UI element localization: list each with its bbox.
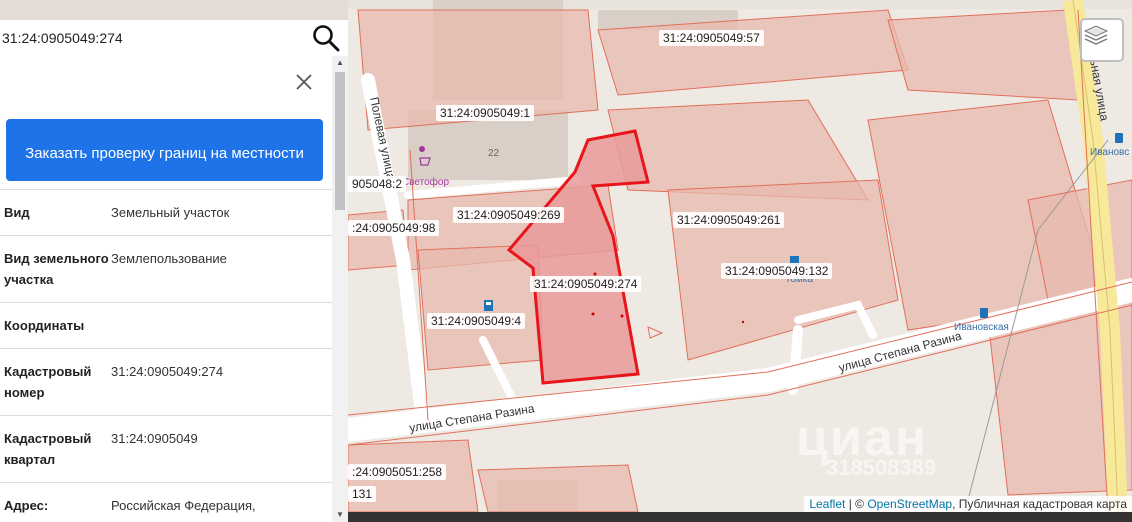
parcel-label[interactable]: 31:24:0905049:1: [436, 105, 535, 121]
house-number-label: 22: [488, 148, 500, 159]
parcel-label[interactable]: 31:24:0905049:261: [673, 212, 785, 228]
bus-icon-2: [1115, 133, 1123, 143]
map-view[interactable]: Полевая улица улица Степана Разина улица…: [348, 0, 1132, 512]
info-row[interactable]: Координаты: [0, 303, 332, 349]
info-row: Вид земельного участка Землепользование: [0, 236, 332, 303]
poi-shop-label: Светофор: [402, 176, 449, 188]
leaflet-link[interactable]: Leaflet: [809, 497, 845, 511]
attribution-rest: , Публичная кадастровая карта: [952, 497, 1127, 511]
order-boundary-check-button[interactable]: Заказать проверку границ на местности: [6, 119, 323, 181]
search-bar: [0, 20, 348, 56]
fuel-icon: [484, 300, 493, 311]
parcel-label[interactable]: 131: [348, 486, 377, 502]
map-canvas: Полевая улица улица Степана Разина улица…: [348, 0, 1132, 512]
map-attribution: Leaflet | © OpenStreetMap, Публичная кад…: [804, 496, 1132, 512]
info-value: Земельный участок: [111, 205, 230, 220]
info-value: Землепользование: [111, 251, 227, 266]
info-panel: Заказать проверку границ на местности Ви…: [0, 56, 348, 522]
scroll-thumb[interactable]: [335, 72, 345, 210]
scroll-up-icon[interactable]: ▲: [332, 56, 348, 70]
parcel-label[interactable]: 31:24:0905049:4: [427, 313, 526, 329]
parcel-label-selected[interactable]: 31:24:0905049:274: [530, 276, 642, 292]
scroll-down-icon[interactable]: ▼: [332, 508, 348, 522]
bottom-bar: [348, 512, 1132, 522]
info-row: Адрес: Российская Федерация,: [0, 483, 332, 522]
parcel-label[interactable]: 31:24:0905049:132: [721, 263, 833, 279]
watermark-number: 318508389: [826, 455, 937, 480]
parcel-label[interactable]: :24:0905051:258: [348, 464, 447, 480]
search-icon: [313, 25, 340, 52]
info-value: 31:24:0905049:274: [111, 364, 224, 379]
attribution-separator: | ©: [848, 497, 864, 511]
bus-stop-label-1: Ивановская: [954, 322, 1009, 333]
info-key: Вид земельного участка: [4, 251, 109, 287]
info-key: Вид: [4, 205, 30, 220]
osm-link[interactable]: OpenStreetMap: [867, 497, 952, 511]
close-button[interactable]: [292, 70, 316, 94]
search-input[interactable]: [0, 23, 300, 53]
info-table: Вид Земельный участок Вид земельного уча…: [0, 189, 332, 522]
info-value: [111, 315, 332, 336]
bus-stop-label-2: Ивановс: [1090, 147, 1129, 158]
sidebar-top-strip: [0, 0, 348, 20]
panel-scrollbar[interactable]: ▲ ▼: [332, 56, 348, 522]
parcel-label[interactable]: 31:24:0905049:57: [659, 30, 764, 46]
info-row: Кадастровый номер 31:24:0905049:274: [0, 349, 332, 416]
info-key: Координаты: [4, 318, 85, 333]
search-button[interactable]: [310, 22, 342, 54]
info-row: Вид Земельный участок: [0, 190, 332, 236]
bus-icon: [980, 308, 988, 318]
info-key: Кадастровый квартал: [4, 431, 92, 467]
info-row: Кадастровый квартал 31:24:0905049: [0, 416, 332, 483]
info-key: Кадастровый номер: [4, 364, 92, 400]
parcel-label[interactable]: 905048:2: [348, 176, 407, 192]
parcel-label[interactable]: :24:0905049:98: [348, 220, 440, 236]
info-value: 31:24:0905049: [111, 431, 198, 446]
close-icon: [296, 74, 312, 90]
parcel-label[interactable]: 31:24:0905049:269: [453, 207, 565, 223]
info-value: Российская Федерация,: [111, 498, 256, 513]
info-key: Адрес:: [4, 498, 49, 513]
layers-icon: [1083, 25, 1109, 45]
layers-button[interactable]: [1080, 18, 1124, 62]
